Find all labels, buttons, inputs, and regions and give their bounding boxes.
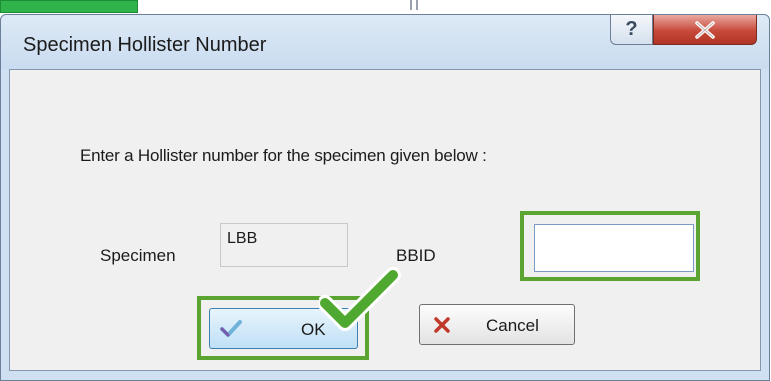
cancel-button-label: Cancel bbox=[486, 316, 539, 335]
title-bar[interactable]: Specimen Hollister Number ? bbox=[1, 15, 769, 69]
bbid-label: BBID bbox=[396, 246, 436, 265]
specimen-hollister-dialog: Specimen Hollister Number ? Enter a Holl… bbox=[0, 14, 770, 381]
close-button[interactable] bbox=[653, 15, 757, 45]
background-divider bbox=[416, 0, 418, 10]
background-divider bbox=[410, 0, 412, 10]
bbid-input[interactable] bbox=[534, 224, 694, 272]
dialog-title: Specimen Hollister Number bbox=[23, 34, 267, 56]
specimen-label: Specimen bbox=[100, 246, 176, 265]
x-icon bbox=[434, 317, 450, 333]
help-icon: ? bbox=[625, 18, 638, 40]
cancel-button[interactable]: Cancel bbox=[419, 304, 575, 345]
bbid-highlight-box bbox=[520, 211, 700, 281]
large-checkmark-icon bbox=[319, 267, 401, 331]
background-tab bbox=[0, 0, 138, 13]
checkmark-icon bbox=[220, 320, 242, 337]
close-icon bbox=[695, 20, 715, 39]
specimen-value-field: LBB bbox=[220, 223, 348, 267]
instruction-text: Enter a Hollister number for the specime… bbox=[80, 146, 487, 165]
help-button[interactable]: ? bbox=[610, 15, 653, 45]
